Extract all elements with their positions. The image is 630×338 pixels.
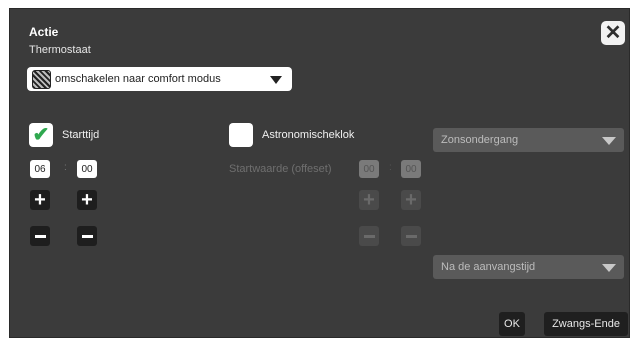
starttime-hour-input[interactable]: 06 xyxy=(30,160,50,178)
offset-minute-plus-button[interactable]: + xyxy=(401,190,421,210)
force-end-button[interactable]: Zwangs-Ende xyxy=(544,312,628,336)
dialog-title: Actie xyxy=(29,25,59,39)
minus-icon xyxy=(405,234,417,238)
plus-icon: + xyxy=(363,189,375,211)
minus-icon xyxy=(81,234,93,238)
offset-hour-input[interactable]: 00 xyxy=(359,160,379,178)
offset-hour-minus-button[interactable] xyxy=(359,226,379,246)
action-dialog: Actie Thermostaat ✕ omschakelen naar com… xyxy=(9,8,630,338)
offset-minute-input[interactable]: 00 xyxy=(401,160,421,178)
timing-select-value: Na de aanvangstijd xyxy=(441,261,536,273)
sun-event-select-value: Zonsondergang xyxy=(441,134,519,146)
offset-separator: : xyxy=(389,162,392,173)
starttime-checkbox[interactable]: ✔ xyxy=(29,123,53,147)
chevron-down-icon xyxy=(602,264,616,272)
action-select-value: omschakelen naar comfort modus xyxy=(55,73,221,85)
offset-label: Startwaarde (offeset) xyxy=(229,163,332,175)
starttime-label: Starttijd xyxy=(62,129,100,141)
checkmark-icon: ✔ xyxy=(32,124,50,146)
minus-icon xyxy=(34,234,46,238)
chevron-down-icon xyxy=(602,137,616,145)
chevron-down-icon xyxy=(270,76,282,84)
minute-plus-button[interactable]: + xyxy=(77,190,97,210)
plus-icon: + xyxy=(34,189,46,211)
close-icon: ✕ xyxy=(604,22,622,44)
hour-minus-button[interactable] xyxy=(30,226,50,246)
ok-button[interactable]: OK xyxy=(499,312,525,336)
minus-icon xyxy=(363,234,375,238)
comfort-mode-icon xyxy=(32,69,51,89)
astro-clock-checkbox[interactable] xyxy=(229,123,253,147)
action-select[interactable]: omschakelen naar comfort modus xyxy=(27,67,292,91)
time-separator: : xyxy=(64,162,67,173)
plus-icon: + xyxy=(81,189,93,211)
thermostat-label: Thermostaat xyxy=(29,44,91,56)
sun-event-select[interactable]: Zonsondergang xyxy=(433,128,624,152)
astro-clock-label: Astronomischeklok xyxy=(262,129,355,141)
timing-select[interactable]: Na de aanvangstijd xyxy=(433,255,624,279)
starttime-minute-input[interactable]: 00 xyxy=(77,160,97,178)
minute-minus-button[interactable] xyxy=(77,226,97,246)
offset-hour-plus-button[interactable]: + xyxy=(359,190,379,210)
close-button[interactable]: ✕ xyxy=(601,21,625,45)
offset-minute-minus-button[interactable] xyxy=(401,226,421,246)
plus-icon: + xyxy=(405,189,417,211)
hour-plus-button[interactable]: + xyxy=(30,190,50,210)
